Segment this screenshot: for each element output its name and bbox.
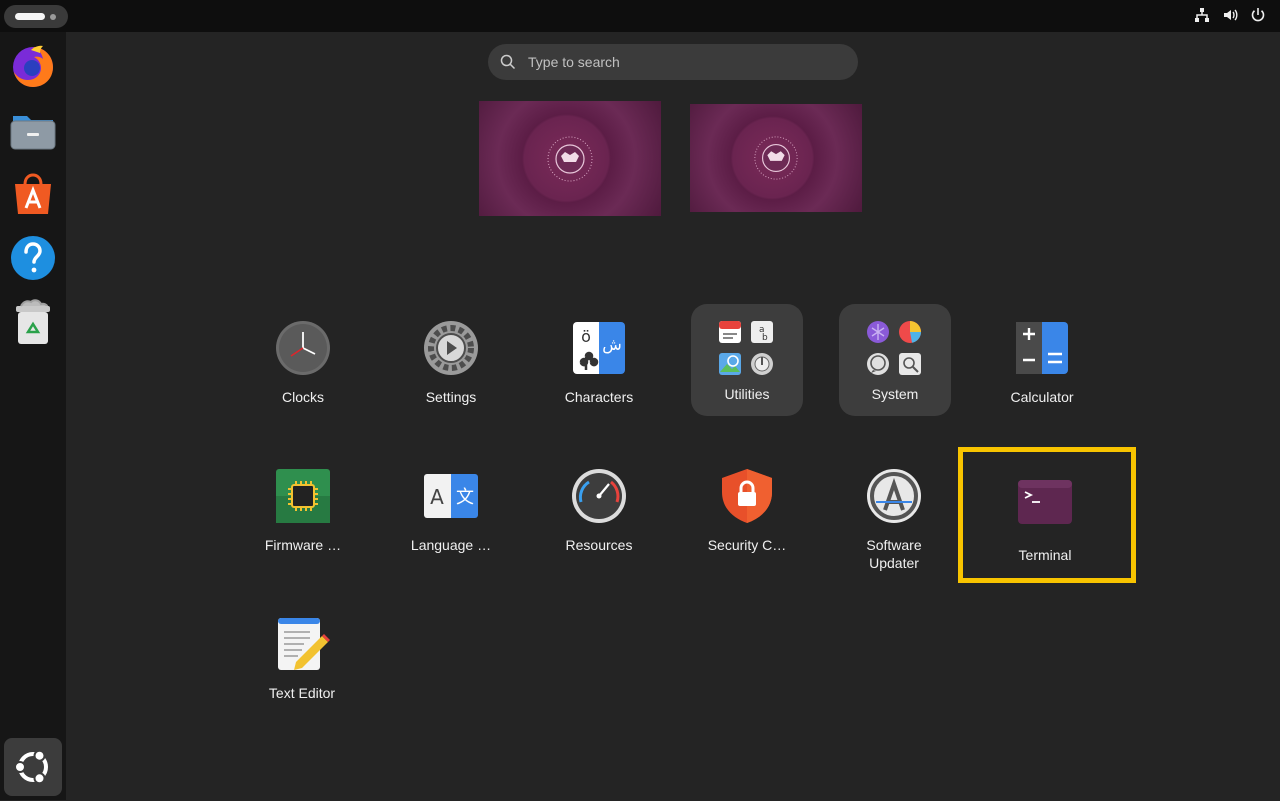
app-security-center[interactable]: Security C… [687,454,807,564]
shield-lock-icon [722,469,772,523]
log-search-mini-icon [899,353,921,375]
app-resources[interactable]: Resources [539,454,659,564]
app-clocks[interactable]: Clocks [243,306,363,416]
ubuntu-mascot-icon [754,136,798,180]
app-mini-icon [867,321,889,343]
dock-item-firefox[interactable] [7,40,59,92]
app-center-icon [15,173,51,214]
app-label: Characters [564,389,634,405]
font-viewer-mini-icon: ab [751,321,773,343]
characters-icon: ö ش [573,322,625,374]
ubuntu-logo-icon [14,749,48,785]
calculator-icon [1016,322,1068,374]
workspace-thumbnail-1[interactable] [479,101,661,216]
folder-label: Utilities [724,386,770,402]
app-calculator[interactable]: Calculator [982,306,1102,416]
app-label: Calculator [1010,389,1074,405]
clocks-icon [276,321,330,375]
dock-item-trash[interactable] [7,296,59,348]
chat-mini-icon [867,353,889,375]
network-icon[interactable] [1194,7,1210,28]
text-editor-icon [278,618,330,670]
system-tray[interactable] [1194,7,1266,28]
app-settings[interactable]: Settings [391,306,511,416]
folder-label: System [871,386,919,402]
language-icon: A 文 [424,474,478,518]
dock [0,32,66,800]
search-icon [500,54,516,70]
volume-icon[interactable] [1222,7,1238,28]
chip-icon [276,469,330,523]
workspace-indicator [50,14,56,20]
dock-item-files[interactable] [7,104,59,156]
char-glyph: ش [602,335,622,354]
app-label: Software Updater [834,536,954,572]
app-label: Firmware … [264,537,342,553]
resources-gauge-icon [572,469,626,523]
top-bar [0,0,1280,32]
app-label-line: Updater [869,555,919,571]
dock-item-help[interactable] [7,232,59,284]
folder-system[interactable]: System [839,304,951,416]
selection-highlight [958,447,1136,583]
help-icon [11,236,55,280]
folder-utilities[interactable]: ab Utilities [691,304,803,416]
app-label: Security C… [707,537,787,553]
char-glyph: ö [581,327,591,346]
search-input[interactable] [528,44,838,80]
power-icon[interactable] [1250,7,1266,28]
app-label: Text Editor [268,685,336,701]
app-text-editor[interactable]: Text Editor [242,602,362,712]
app-label: Settings [425,389,477,405]
app-label: Clocks [281,389,324,405]
pie-chart-mini-icon [899,321,921,343]
svg-text:b: b [762,333,768,343]
settings-gear-icon [424,321,478,375]
app-firmware[interactable]: Firmware … [243,454,363,564]
calendar-mini-icon [719,321,741,343]
ubuntu-mascot-icon [547,136,593,181]
app-label: Resources [565,537,633,553]
app-label-line: Software [866,537,922,553]
show-apps-button[interactable] [4,738,62,796]
activities-button[interactable] [4,5,68,28]
app-language[interactable]: A 文 Language … [391,454,511,564]
disk-usage-mini-icon [751,353,773,375]
app-label: Language … [410,537,492,553]
image-viewer-mini-icon [719,353,741,375]
workspace-thumbnail-2[interactable] [690,104,862,212]
software-updater-icon [867,469,921,523]
firefox-icon [13,45,53,87]
trash-icon [16,299,50,344]
search-bar[interactable] [488,44,858,80]
files-icon [10,116,56,150]
lang-glyph: A [430,485,444,509]
app-software-updater[interactable]: Software Updater [834,454,954,571]
dock-item-app-center[interactable] [7,168,59,220]
workspace-indicator-active [15,13,45,20]
lang-glyph: 文 [456,487,474,508]
app-characters[interactable]: ö ش Characters [539,306,659,416]
